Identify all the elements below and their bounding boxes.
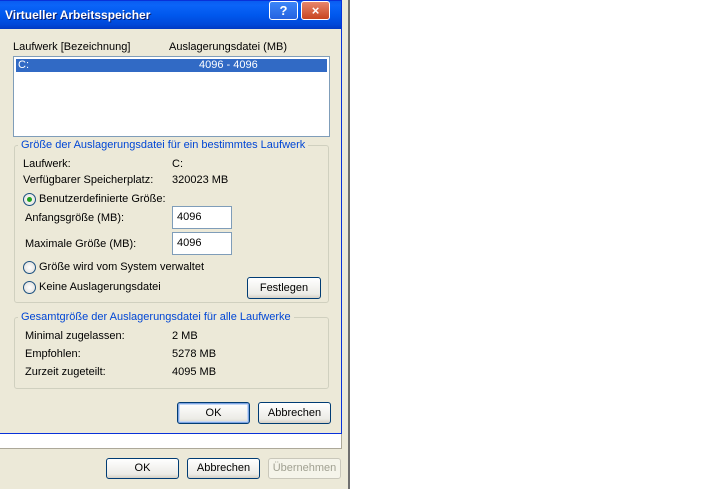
recommended-value: 5278 MB — [172, 348, 217, 360]
free-space-value: 320023 MB — [172, 174, 229, 186]
column-header-paging-file: Auslagerungsdatei (MB) — [169, 41, 288, 53]
help-icon: ? — [279, 3, 288, 18]
radio-no-paging-file[interactable] — [23, 281, 36, 294]
radio-system-managed-label[interactable]: Größe wird vom System verwaltet — [39, 261, 204, 273]
max-size-label: Maximale Größe (MB): — [25, 238, 137, 250]
currently-allocated-value: 4095 MB — [172, 366, 217, 378]
ok-button[interactable]: OK — [177, 402, 250, 424]
list-item-size: 4096 - 4096 — [199, 59, 258, 71]
radio-custom-size[interactable] — [23, 193, 36, 206]
window-title: Virtueller Arbeitsspeicher — [5, 8, 151, 22]
close-icon: × — [311, 3, 320, 18]
drive-list[interactable]: C: 4096 - 4096 — [13, 56, 330, 137]
virtual-memory-dialog: Virtueller Arbeitsspeicher ? × Laufwerk … — [0, 0, 342, 434]
radio-system-managed[interactable] — [23, 261, 36, 274]
close-button[interactable]: × — [301, 1, 330, 20]
cancel-button[interactable]: Abbrechen — [258, 402, 331, 424]
total-size-group-title: Gesamtgröße der Auslagerungsdatei für al… — [18, 311, 294, 323]
drive-value: C: — [172, 158, 183, 170]
radio-custom-size-label[interactable]: Benutzerdefinierte Größe: — [39, 193, 166, 205]
recommended-label: Empfohlen: — [25, 348, 81, 360]
initial-size-input[interactable]: 4096 — [172, 206, 232, 229]
min-allowed-label: Minimal zugelassen: — [25, 330, 125, 342]
max-size-input[interactable]: 4096 — [172, 232, 232, 255]
radio-no-paging-file-label[interactable]: Keine Auslagerungsdatei — [39, 281, 161, 293]
parent-panel-edge — [0, 432, 342, 449]
help-button[interactable]: ? — [269, 1, 298, 20]
free-space-label: Verfügbarer Speicherplatz: — [23, 174, 154, 186]
list-item[interactable]: C: 4096 - 4096 — [16, 59, 327, 72]
drive-label: Laufwerk: — [23, 158, 71, 170]
initial-size-label: Anfangsgröße (MB): — [25, 212, 125, 224]
min-allowed-value: 2 MB — [172, 330, 198, 342]
parent-cancel-button[interactable]: Abbrechen — [187, 458, 260, 479]
parent-ok-button[interactable]: OK — [106, 458, 179, 479]
parent-apply-button: Übernehmen — [268, 458, 341, 479]
drive-settings-group-title: Größe der Auslagerungsdatei für ein best… — [18, 139, 309, 151]
set-button[interactable]: Festlegen — [247, 277, 321, 299]
list-item-drive: C: — [18, 59, 29, 71]
title-bar[interactable]: Virtueller Arbeitsspeicher ? × — [0, 1, 341, 29]
column-header-drive: Laufwerk [Bezeichnung] — [13, 41, 131, 53]
currently-allocated-label: Zurzeit zugeteilt: — [25, 366, 106, 378]
